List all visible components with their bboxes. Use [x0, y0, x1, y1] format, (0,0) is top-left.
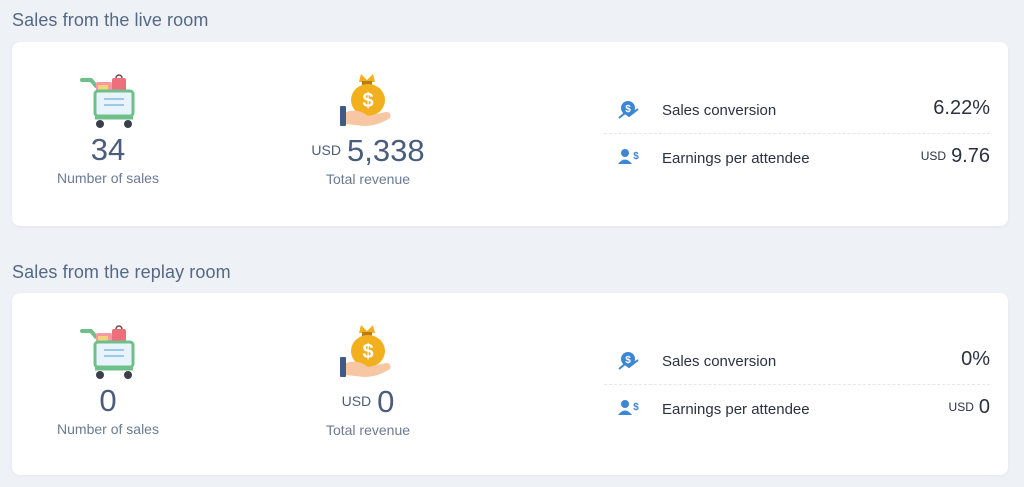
shopping-cart-icon [80, 325, 135, 379]
shopping-cart-icon [80, 74, 135, 128]
live-metrics-list: $ Sales conversion 6.22% $ Earnings per … [604, 86, 990, 181]
replay-revenue-value: 0 [377, 384, 395, 419]
live-sales-count: 34 [90, 132, 126, 167]
replay-conversion-label: Sales conversion [662, 353, 777, 370]
live-conversion-value: 6.22% [933, 97, 990, 119]
live-sales-card: 34 Number of sales $ USD 5,338 Total reve… [12, 42, 1008, 226]
replay-revenue-stat: $ USD 0 Total revenue [278, 323, 458, 438]
replay-metrics-list: $ Sales conversion 0% $ Earnings per att… [604, 337, 990, 432]
dollar-chart-icon: $ [618, 352, 639, 370]
live-revenue-stat: $ USD 5,338 Total revenue [278, 72, 458, 187]
user-dollar-icon: $ [618, 400, 639, 415]
replay-sales-card: 0 Number of sales $ USD 0 Total revenue $… [12, 293, 1008, 475]
replay-revenue-label: Total revenue [325, 422, 411, 438]
replay-section-title: Sales from the replay room [12, 262, 231, 282]
replay-sales-count-stat: 0 Number of sales [18, 325, 198, 437]
money-bag-hand-icon: $ [340, 74, 391, 126]
live-conversion-row: $ Sales conversion 6.22% [604, 86, 990, 134]
money-bag-hand-icon: $ [340, 325, 391, 377]
live-sales-label: Number of sales [57, 170, 159, 186]
live-earnings-row: $ Earnings per attendee USD 9.76 [604, 134, 990, 181]
live-earnings-value: 9.76 [951, 145, 990, 167]
replay-earnings-label: Earnings per attendee [662, 401, 810, 418]
live-section-title: Sales from the live room [12, 10, 209, 30]
replay-conversion-row: $ Sales conversion 0% [604, 337, 990, 385]
replay-conversion-value: 0% [961, 348, 990, 370]
replay-earnings-row: $ Earnings per attendee USD 0 [604, 385, 990, 432]
dollar-chart-icon: $ [618, 101, 639, 119]
replay-earnings-value: 0 [978, 396, 990, 418]
svg-text:$: $ [633, 151, 639, 162]
replay-revenue-currency: USD [341, 393, 372, 409]
live-sales-count-stat: 34 Number of sales [18, 74, 198, 186]
live-revenue-value: 5,338 [346, 133, 425, 168]
user-dollar-icon: $ [618, 149, 639, 164]
replay-sales-count: 0 [99, 383, 117, 418]
svg-text:$: $ [633, 402, 639, 413]
live-earnings-currency: USD [920, 149, 947, 163]
live-revenue-currency: USD [311, 142, 341, 158]
svg-text:$: $ [362, 341, 373, 363]
svg-text:$: $ [362, 90, 373, 112]
live-revenue-label: Total revenue [325, 171, 411, 187]
live-earnings-label: Earnings per attendee [662, 150, 810, 167]
replay-earnings-currency: USD [948, 400, 974, 414]
live-conversion-label: Sales conversion [662, 102, 777, 119]
replay-sales-label: Number of sales [57, 421, 159, 437]
